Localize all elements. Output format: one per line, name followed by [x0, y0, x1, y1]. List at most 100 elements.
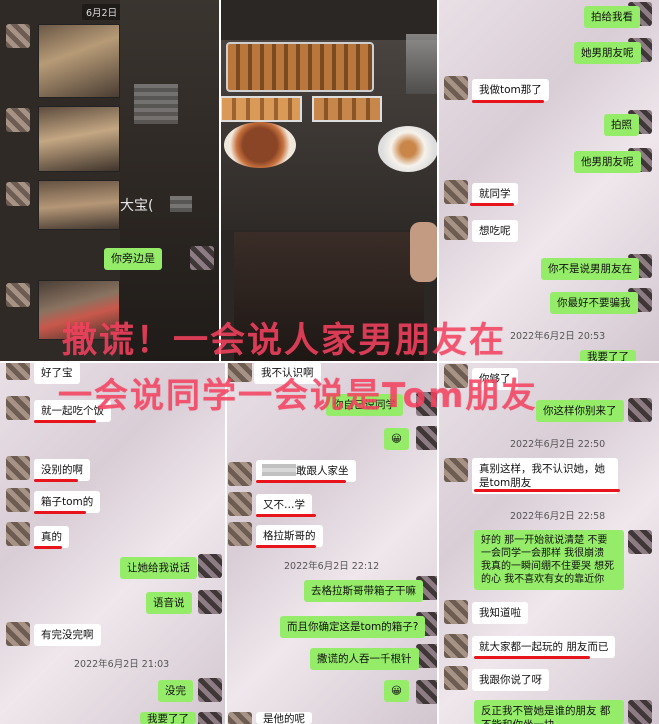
- restaurant-photo[interactable]: [220, 0, 438, 362]
- chat-timestamp: 2022年6月2日 22:50: [510, 439, 606, 450]
- chat-bubble-right: 而且你确定这是tom的箱子?: [280, 616, 426, 638]
- self-avatar[interactable]: [198, 590, 222, 614]
- chat-bubble-left: 有完没完啊: [34, 624, 101, 646]
- chat-bubble-right: 语音说: [146, 592, 192, 614]
- chat-bubble-right: 让她给我说话: [120, 557, 197, 579]
- contact-avatar[interactable]: [228, 492, 252, 516]
- chat-timestamp: 2022年6月2日 22:58: [510, 511, 606, 522]
- skewer-plate: [378, 126, 438, 172]
- chat-bubble-right: 她男朋友呢: [574, 42, 641, 64]
- chat-bubble-right: 好的 那一开始就说清楚 不要一会同学一会那样 我很崩溃 我真的一瞬间绷不住要哭 …: [474, 530, 624, 590]
- noodle-bowl: [224, 122, 296, 168]
- contact-avatar[interactable]: [6, 24, 30, 48]
- contact-avatar[interactable]: [444, 600, 468, 624]
- chat-bubble-right: 你最好不要骗我: [550, 292, 638, 314]
- contact-avatar[interactable]: [228, 712, 252, 724]
- top-left-chat-panel: 6月2日 下午8:36 大宝( 你旁边是: [0, 0, 220, 362]
- chat-timestamp: 2022年6月2日 21:03: [74, 659, 170, 670]
- contact-avatar[interactable]: [6, 108, 30, 132]
- contact-avatar[interactable]: [6, 283, 30, 307]
- overlay-caption-line1: 撒谎！一会说人家男朋友在: [62, 321, 507, 361]
- chat-bubble-right: 他男朋友呢: [574, 151, 641, 173]
- chat-timestamp: 2022年6月2日 20:53: [510, 331, 606, 342]
- red-underline: [256, 545, 316, 548]
- pixelated-face: [134, 84, 178, 124]
- self-avatar[interactable]: [198, 554, 222, 578]
- chat-bubble-right: 你不是说男朋友在: [541, 258, 639, 280]
- chat-bubble-right: 你旁边是: [104, 248, 162, 270]
- contact-avatar[interactable]: [6, 488, 30, 512]
- panel-divider: [219, 0, 221, 362]
- top-right-chat-panel: 拍给我看 她男朋友呢 我做tom那了 拍照 他男朋友呢 就同学 想吃呢 你不是说…: [438, 0, 659, 362]
- red-underline: [474, 489, 620, 492]
- chat-bubble-left: 想吃呢: [472, 220, 518, 242]
- chat-bubble-right: 去格拉斯哥带箱子干嘛: [304, 580, 423, 602]
- chat-bubble-left: 格拉斯哥的: [256, 525, 323, 547]
- contact-avatar[interactable]: [6, 182, 30, 206]
- red-underline: [472, 100, 544, 103]
- self-avatar[interactable]: [198, 678, 222, 702]
- contact-avatar[interactable]: [444, 216, 468, 240]
- red-underline: [34, 511, 86, 514]
- chat-bubble-left: 我知道啦: [472, 602, 528, 624]
- glass: [406, 34, 438, 94]
- red-underline: [34, 420, 96, 423]
- red-underline: [256, 514, 316, 517]
- chat-bubble-left: 就同学: [472, 183, 518, 205]
- self-avatar[interactable]: [190, 246, 214, 270]
- nickname-label: 大宝(: [120, 198, 154, 214]
- contact-avatar[interactable]: [444, 666, 468, 690]
- chat-bubble-right: 没完: [158, 680, 193, 702]
- contact-avatar[interactable]: [6, 396, 30, 420]
- self-avatar[interactable]: [198, 712, 222, 724]
- chat-timestamp: 2022年6月2日 22:12: [284, 561, 380, 572]
- self-avatar[interactable]: [628, 700, 652, 724]
- pixelated-text: [262, 464, 296, 476]
- overlay-caption-line2: 一会说同学一会说是Tom朋友: [58, 376, 538, 416]
- red-underline: [474, 656, 590, 659]
- chat-bubble-right: 拍照: [604, 114, 639, 136]
- chat-bubble-right: 我要了了: [140, 712, 196, 724]
- self-avatar[interactable]: [628, 398, 652, 422]
- chat-bubble-right: 你这样你别来了: [536, 400, 624, 422]
- contact-avatar[interactable]: [228, 522, 252, 546]
- chat-bubble-right: 撒谎的人吞一千根针: [310, 648, 419, 670]
- contact-avatar[interactable]: [444, 180, 468, 204]
- chat-bubble-left: 就大家都一起玩的 朋友而已: [472, 636, 616, 658]
- chat-bubble-left: 箱子tom的: [34, 491, 101, 513]
- self-avatar[interactable]: [416, 426, 438, 450]
- contact-avatar[interactable]: [6, 622, 30, 646]
- chat-bubble-left: 我跟你说了呀: [472, 669, 549, 691]
- chat-bubble-right: 😀: [384, 680, 409, 702]
- chat-bubble-left: 没别的啊: [34, 459, 90, 481]
- red-underline: [34, 546, 62, 549]
- grill-tray: [312, 96, 382, 122]
- food-photo-thumbnail[interactable]: [38, 180, 120, 230]
- chat-bubble-right: 拍给我看: [584, 6, 640, 28]
- chat-bubble-left: 真的: [34, 526, 69, 548]
- red-underline: [470, 203, 514, 206]
- contact-avatar[interactable]: [444, 634, 468, 658]
- contact-avatar[interactable]: [6, 522, 30, 546]
- chat-bubble-left: 是他的呢: [256, 712, 312, 724]
- chat-bubble-left: 又不…学: [256, 494, 312, 516]
- food-photo-thumbnail[interactable]: [38, 106, 120, 172]
- food-photo-thumbnail[interactable]: [38, 24, 120, 98]
- red-underline: [256, 480, 346, 483]
- background-scene: [120, 0, 220, 362]
- skewer-tray: [226, 42, 374, 92]
- red-underline: [34, 479, 78, 482]
- chat-bubble-right: 反正我不管她是谁的朋友 都不能和你坐一块: [474, 700, 624, 724]
- chat-bubble-left: 我做tom那了: [472, 79, 549, 101]
- self-avatar[interactable]: [416, 644, 438, 668]
- chat-bubble-right: 😀: [384, 428, 409, 450]
- contact-avatar[interactable]: [444, 76, 468, 100]
- self-avatar[interactable]: [628, 530, 652, 554]
- contact-avatar[interactable]: [6, 456, 30, 480]
- contact-avatar[interactable]: [228, 462, 252, 486]
- self-avatar[interactable]: [416, 680, 438, 704]
- hand-shape: [410, 222, 438, 282]
- grill-tray: [220, 96, 302, 122]
- contact-avatar[interactable]: [444, 458, 468, 482]
- contact-avatar[interactable]: [6, 362, 30, 380]
